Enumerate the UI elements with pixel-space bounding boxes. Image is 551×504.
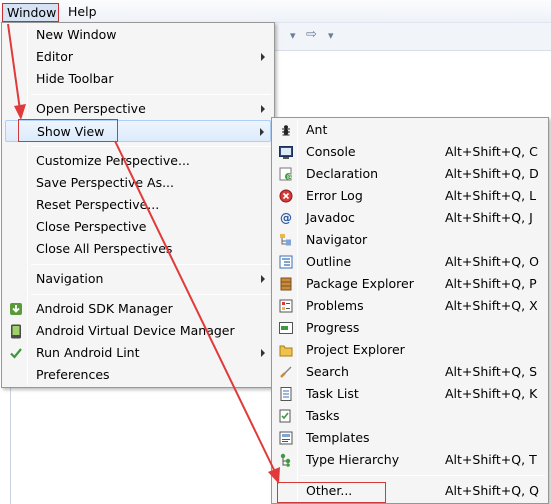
- outline-icon: [278, 254, 294, 270]
- menu-bar: Window Help: [0, 0, 551, 23]
- menu-separator: [301, 475, 545, 476]
- submenu-arrow-icon: [260, 128, 264, 136]
- view-item-tasks[interactable]: Tasks: [275, 405, 545, 427]
- menubar-help[interactable]: Help: [64, 3, 101, 22]
- menu-item-preferences[interactable]: Preferences: [5, 364, 271, 386]
- view-item-task-list[interactable]: Task List Alt+Shift+Q, K: [275, 383, 545, 405]
- project-explorer-icon: [278, 342, 294, 358]
- progress-icon: [278, 320, 294, 336]
- view-item-type-hierarchy[interactable]: Type Hierarchy Alt+Shift+Q, T: [275, 449, 545, 471]
- view-item-problems[interactable]: Problems Alt+Shift+Q, X: [275, 295, 545, 317]
- submenu-arrow-icon: [261, 275, 265, 283]
- menu-separator: [31, 146, 271, 147]
- menu-separator: [31, 94, 271, 95]
- menu-item-open-perspective[interactable]: Open Perspective: [5, 98, 271, 120]
- menu-item-editor[interactable]: Editor: [5, 46, 271, 68]
- android-avd-manager-icon: [8, 323, 24, 339]
- menu-item-hide-toolbar[interactable]: Hide Toolbar: [5, 68, 271, 90]
- menubar-window[interactable]: Window: [2, 3, 59, 22]
- submenu-arrow-icon: [261, 53, 265, 61]
- menu-item-save-perspective-as[interactable]: Save Perspective As...: [5, 172, 271, 194]
- menu-item-show-view[interactable]: Show View: [5, 120, 271, 142]
- svg-text:@: @: [287, 174, 293, 181]
- menu-item-new-window[interactable]: New Window: [5, 24, 271, 46]
- declaration-icon: @: [278, 166, 294, 182]
- view-item-declaration[interactable]: @ Declaration Alt+Shift+Q, D: [275, 163, 545, 185]
- javadoc-icon: @: [280, 211, 292, 225]
- view-item-search[interactable]: Search Alt+Shift+Q, S: [275, 361, 545, 383]
- view-item-console[interactable]: Console Alt+Shift+Q, C: [275, 141, 545, 163]
- submenu-arrow-icon: [261, 105, 265, 113]
- templates-icon: [278, 430, 294, 446]
- menu-item-customize-perspective[interactable]: Customize Perspective...: [5, 150, 271, 172]
- menu-item-close-all-perspectives[interactable]: Close All Perspectives: [5, 238, 271, 260]
- console-icon: [278, 144, 294, 160]
- lint-check-icon: [8, 345, 24, 361]
- submenu-arrow-icon: [261, 349, 265, 357]
- error-log-icon: [278, 188, 294, 204]
- menu-item-android-virtual-device-manager[interactable]: Android Virtual Device Manager: [5, 320, 271, 342]
- package-explorer-icon: [278, 276, 294, 292]
- view-item-ant[interactable]: Ant: [275, 119, 545, 141]
- dropdown-arrow-icon[interactable]: ▾: [290, 29, 296, 42]
- problems-icon: [278, 298, 294, 314]
- view-item-progress[interactable]: Progress: [275, 317, 545, 339]
- menu-item-reset-perspective[interactable]: Reset Perspective...: [5, 194, 271, 216]
- search-icon: [278, 364, 294, 380]
- menu-separator: [31, 294, 271, 295]
- view-item-templates[interactable]: Templates: [275, 427, 545, 449]
- task-list-icon: [278, 386, 294, 402]
- tasks-icon: [278, 408, 294, 424]
- toolbar: ▾ ⇨ ▾: [270, 23, 551, 51]
- view-item-outline[interactable]: Outline Alt+Shift+Q, O: [275, 251, 545, 273]
- menu-item-run-android-lint[interactable]: Run Android Lint: [5, 342, 271, 364]
- view-item-package-explorer[interactable]: Package Explorer Alt+Shift+Q, P: [275, 273, 545, 295]
- view-item-javadoc[interactable]: @ Javadoc Alt+Shift+Q, J: [275, 207, 545, 229]
- ant-icon: [278, 122, 294, 138]
- dropdown-arrow-icon[interactable]: ▾: [328, 29, 334, 42]
- menu-item-navigation[interactable]: Navigation: [5, 268, 271, 290]
- navigator-icon: [278, 232, 294, 248]
- view-item-error-log[interactable]: Error Log Alt+Shift+Q, L: [275, 185, 545, 207]
- type-hierarchy-icon: [278, 452, 294, 468]
- forward-arrow-icon[interactable]: ⇨: [306, 27, 317, 42]
- show-view-submenu: Ant Console Alt+Shift+Q, C @ Declaration…: [271, 117, 549, 504]
- view-item-other[interactable]: Other... Alt+Shift+Q, Q: [275, 480, 545, 502]
- menu-item-close-perspective[interactable]: Close Perspective: [5, 216, 271, 238]
- menu-separator: [31, 264, 271, 265]
- view-item-navigator[interactable]: Navigator: [275, 229, 545, 251]
- menu-item-android-sdk-manager[interactable]: Android SDK Manager: [5, 298, 271, 320]
- window-menu: New Window Editor Hide Toolbar Open Pers…: [1, 22, 275, 388]
- android-sdk-manager-icon: [8, 301, 24, 317]
- view-item-project-explorer[interactable]: Project Explorer: [275, 339, 545, 361]
